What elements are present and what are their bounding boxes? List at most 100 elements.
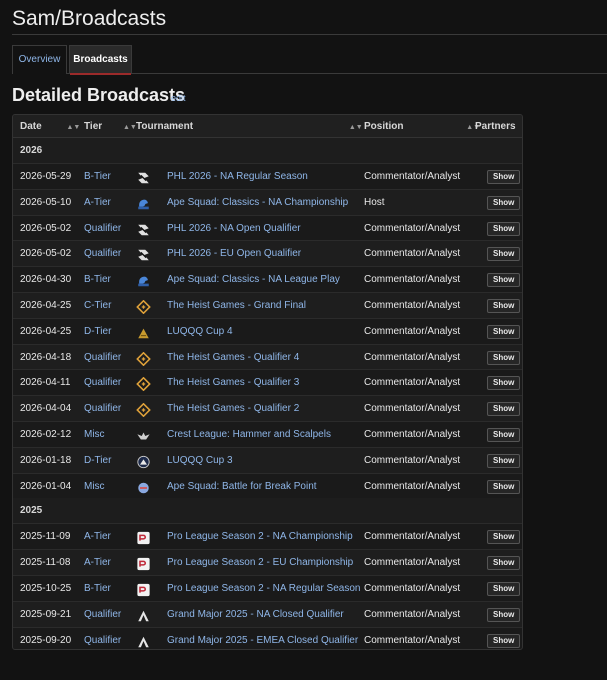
tournament-link[interactable]: Pro League Season 2 - EU Championship xyxy=(167,550,353,576)
tournament-link[interactable]: PHL 2026 - NA Open Qualifier xyxy=(167,216,301,242)
show-partners-button[interactable]: Show xyxy=(487,530,521,545)
table-row: 2026-02-12 Misc Crest League: Hammer and S… xyxy=(13,421,522,447)
table-row: 2025-11-08 A-Tier Pro League Season 2 - EU… xyxy=(13,549,522,575)
date-cell: 2026-02-12 xyxy=(20,429,72,440)
show-partners-button[interactable]: Show xyxy=(487,324,521,339)
date-cell: 2026-05-02 xyxy=(20,248,72,260)
partners-cell: Show xyxy=(487,267,521,293)
tier-link[interactable]: B-Tier xyxy=(84,164,111,190)
phl-icon xyxy=(136,170,151,184)
tier-link[interactable]: Qualifier xyxy=(84,628,121,649)
show-partners-button[interactable]: Show xyxy=(487,402,521,417)
tier-link[interactable]: A-Tier xyxy=(84,550,111,576)
date-cell: 2026-01-04 xyxy=(20,480,72,492)
partners-cell: Show xyxy=(487,370,521,396)
tab-broadcasts[interactable]: Broadcasts xyxy=(69,45,132,75)
tier-link[interactable]: A-Tier xyxy=(84,190,111,216)
tournament-link[interactable]: Ape Squad: Classics - NA Championship xyxy=(167,190,348,216)
table-row: 2025-09-20 Qualifier Grand Major 2025 - EM… xyxy=(13,626,522,649)
table-row: 2026-04-30 B-Tier Ape Squad: Classics - NA… xyxy=(13,266,522,292)
tier-link[interactable]: D-Tier xyxy=(84,319,111,345)
show-partners-button[interactable]: Show xyxy=(487,350,521,365)
ape-squad-classics-icon xyxy=(136,273,151,287)
tournament-link[interactable]: Grand Major 2025 - NA Closed Qualifier xyxy=(167,602,344,628)
show-partners-button[interactable]: Show xyxy=(487,479,521,494)
show-partners-button[interactable]: Show xyxy=(487,170,521,184)
partners-cell: Show xyxy=(487,448,521,474)
heist-games-icon xyxy=(136,299,151,315)
date-cell: 2025-09-21 xyxy=(20,608,72,620)
tab-overview[interactable]: Overview xyxy=(12,45,67,74)
show-partners-button[interactable]: Show xyxy=(487,376,521,391)
tournament-link[interactable]: PHL 2026 - EU Open Qualifier xyxy=(167,241,301,267)
show-partners-button[interactable]: Show xyxy=(487,582,521,596)
show-partners-button[interactable]: Show xyxy=(487,221,521,236)
tier-link[interactable]: Qualifier xyxy=(84,345,121,371)
tournament-link[interactable]: PHL 2026 - NA Regular Season xyxy=(167,164,308,190)
luqqq-cup-icon xyxy=(136,325,151,339)
tournament-link[interactable]: The Heist Games - Qualifier 2 xyxy=(167,396,299,422)
date-cell: 2026-04-11 xyxy=(20,377,71,389)
date-cell: 2026-05-29 xyxy=(20,171,72,182)
sort-icon: ▲▼ xyxy=(122,124,137,131)
date-cell: 2025-11-08 xyxy=(20,557,71,569)
tournament-link[interactable]: The Heist Games - Qualifier 4 xyxy=(167,345,299,371)
position-cell: Commentator/Analyst xyxy=(364,403,461,415)
show-partners-button[interactable]: Show xyxy=(487,247,521,262)
tournament-link[interactable]: Pro League Season 2 - NA Regular Season xyxy=(167,576,360,602)
tier-link[interactable]: Qualifier xyxy=(84,396,121,422)
sort-icon: ▲▼ xyxy=(66,124,81,131)
partners-cell: Show xyxy=(487,396,521,422)
show-partners-button[interactable]: Show xyxy=(487,633,521,648)
position-cell: Commentator/Analyst xyxy=(364,171,461,182)
table-row: 2026-05-10 A-Tier Ape Squad: Classics - NA… xyxy=(13,188,522,216)
tournament-link[interactable]: Ape Squad: Classics - NA League Play xyxy=(167,267,340,293)
ape-squad-classics-icon xyxy=(136,196,151,210)
partners-cell: Show xyxy=(487,474,521,500)
tier-link[interactable]: A-Tier xyxy=(84,524,111,550)
tournament-link[interactable]: The Heist Games - Qualifier 3 xyxy=(167,370,299,396)
tournament-link[interactable]: Pro League Season 2 - NA Championship xyxy=(167,524,353,550)
header-tournament[interactable]: Tournament ▲▼ xyxy=(136,115,363,139)
position-cell: Commentator/Analyst xyxy=(364,429,461,440)
tier-link[interactable]: Misc xyxy=(84,474,105,500)
date-cell: 2026-04-30 xyxy=(20,274,72,286)
header-tier[interactable]: Tier ▲▼ xyxy=(84,115,137,139)
show-partners-button[interactable]: Show xyxy=(487,556,521,571)
year-label: 2025 xyxy=(20,505,43,517)
tier-link[interactable]: B-Tier xyxy=(84,267,111,293)
tier-link[interactable]: Qualifier xyxy=(84,241,121,267)
tournament-link[interactable]: LUQQQ Cup 3 xyxy=(167,448,233,474)
tier-link[interactable]: B-Tier xyxy=(84,576,111,602)
tournament-link[interactable]: Crest League: Hammer and Scalpels xyxy=(167,422,331,448)
tournament-link[interactable]: Grand Major 2025 - EMEA Closed Qualifier xyxy=(167,628,358,649)
heist-games-icon xyxy=(136,376,151,392)
pro-league-icon xyxy=(136,582,151,597)
tier-link[interactable]: Qualifier xyxy=(84,602,121,628)
pro-league-icon xyxy=(136,530,151,545)
show-partners-button[interactable]: Show xyxy=(487,607,521,622)
edit-link[interactable]: edit xyxy=(171,93,186,103)
position-cell: Commentator/Analyst xyxy=(364,300,461,311)
tier-link[interactable]: C-Tier xyxy=(84,293,111,319)
tournament-link[interactable]: The Heist Games - Grand Final xyxy=(167,293,306,319)
partners-cell: Show xyxy=(487,576,521,602)
header-position[interactable]: Position ▲▼ xyxy=(364,115,480,139)
tier-link[interactable]: Qualifier xyxy=(84,216,121,242)
tier-link[interactable]: Qualifier xyxy=(84,370,121,396)
partners-cell: Show xyxy=(487,628,521,649)
show-partners-button[interactable]: Show xyxy=(487,195,521,210)
show-partners-button[interactable]: Show xyxy=(487,299,521,313)
tier-link[interactable]: Misc xyxy=(84,422,105,448)
tournament-link[interactable]: LUQQQ Cup 4 xyxy=(167,319,233,345)
show-partners-button[interactable]: Show xyxy=(487,428,521,442)
position-cell: Commentator/Analyst xyxy=(364,634,461,646)
tier-link[interactable]: D-Tier xyxy=(84,448,111,474)
show-partners-button[interactable]: Show xyxy=(487,273,521,288)
show-partners-button[interactable]: Show xyxy=(487,453,521,468)
tournament-link[interactable]: Ape Squad: Battle for Break Point xyxy=(167,474,317,500)
table-row: 2025-09-21 Qualifier Grand Major 2025 - NA… xyxy=(13,600,522,628)
table-row: 2026-04-25 D-Tier LUQQQ Cup 4 Commentator/A… xyxy=(13,317,522,345)
header-date[interactable]: Date ▲▼ xyxy=(20,115,80,139)
partners-cell: Show xyxy=(487,524,521,550)
